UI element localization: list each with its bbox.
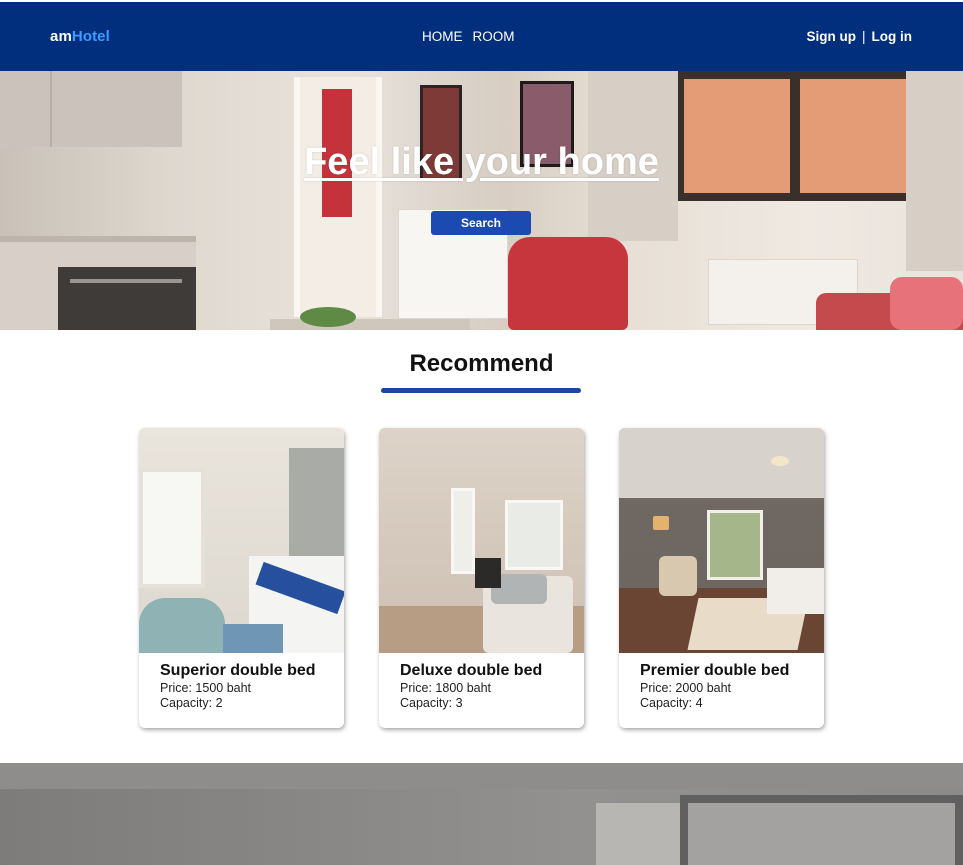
room-name: Premier double bed: [640, 662, 790, 679]
room-card-premier[interactable]: Premier double bed Price: 2000 baht Capa…: [619, 428, 824, 728]
room-photo[interactable]: [619, 428, 824, 653]
hero-banner: Feel like your home Search: [0, 71, 963, 330]
room-price: Price: 2000 baht: [640, 681, 732, 695]
room-photo[interactable]: [139, 428, 344, 653]
signup-link[interactable]: Sign up: [806, 29, 856, 44]
nav-room-link[interactable]: ROOM: [473, 29, 515, 44]
main-nav: HOME ROOM: [422, 29, 515, 44]
room-name: Deluxe double bed: [400, 662, 543, 679]
room-photo[interactable]: [379, 428, 584, 653]
room-price: Price: 1500 baht: [160, 681, 252, 695]
room-capacity: Capacity: 2: [160, 696, 223, 710]
auth-separator: |: [861, 29, 866, 44]
login-link[interactable]: Log in: [872, 29, 913, 44]
hero-title[interactable]: Feel like your home: [0, 141, 963, 184]
room-capacity: Capacity: 3: [400, 696, 463, 710]
bottom-background-photo: [0, 763, 963, 865]
navbar: amHotel HOME ROOM Sign up | Log in: [0, 0, 963, 71]
recommend-heading: Recommend: [409, 350, 554, 377]
room-name: Superior double bed: [160, 662, 316, 679]
auth-links: Sign up | Log in: [806, 29, 912, 44]
recommend-heading-underline: [381, 388, 581, 393]
room-card-superior[interactable]: Superior double bed Price: 1500 baht Cap…: [139, 428, 344, 728]
search-button[interactable]: Search: [431, 211, 531, 235]
room-price: Price: 1800 baht: [400, 681, 492, 695]
nav-home-link[interactable]: HOME: [422, 29, 463, 44]
brand-part-am: am: [50, 28, 72, 45]
room-card-deluxe[interactable]: Deluxe double bed Price: 1800 baht Capac…: [379, 428, 584, 728]
brand-logo[interactable]: amHotel: [50, 28, 110, 45]
brand-part-hotel: Hotel: [71, 28, 110, 45]
room-capacity: Capacity: 4: [640, 696, 703, 710]
